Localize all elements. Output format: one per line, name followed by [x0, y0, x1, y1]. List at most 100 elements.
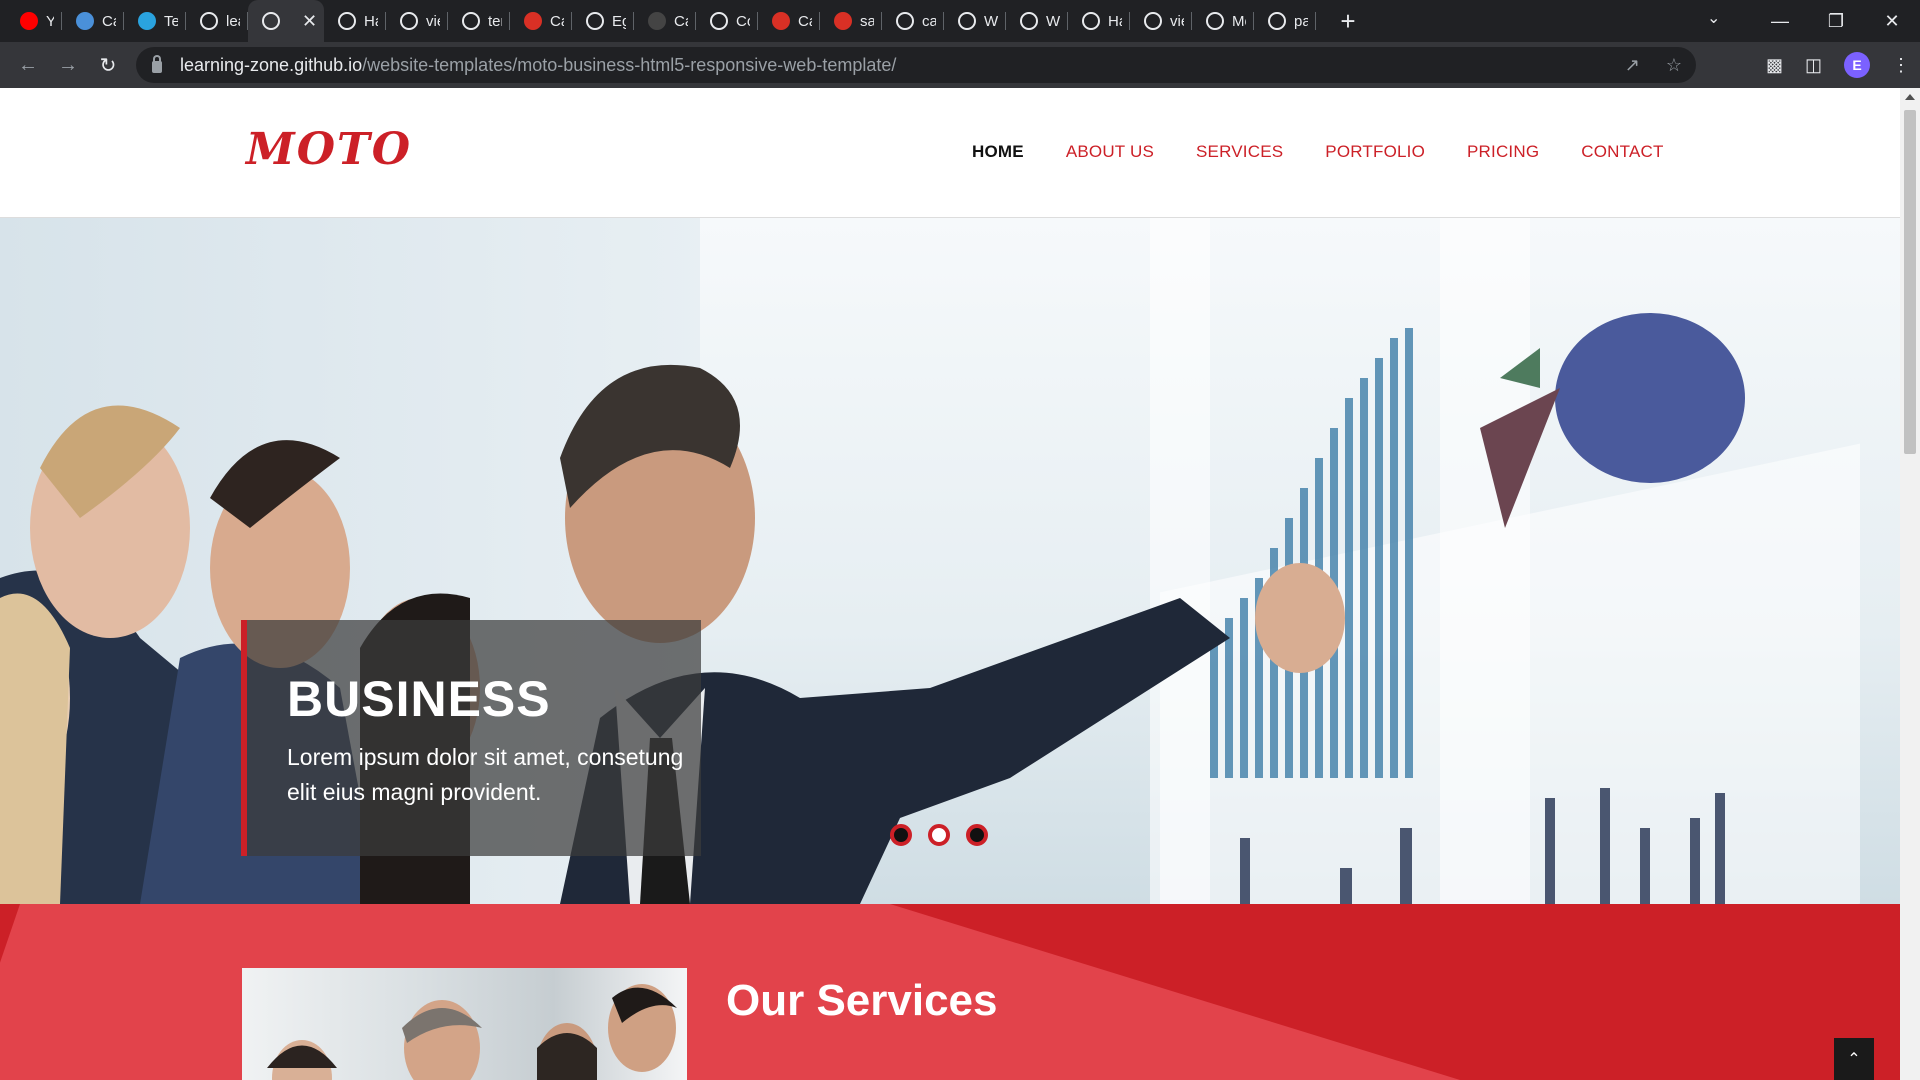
restore-icon[interactable]: ❐	[1808, 11, 1864, 32]
browser-tab[interactable]: sam	[820, 0, 882, 42]
close-tab-icon[interactable]: ✕	[302, 11, 317, 32]
browser-tab-title: Car	[102, 12, 116, 30]
page-viewport: MOTO HOME ABOUT US SERVICES PORTFOLIO PRICIN…	[0, 88, 1900, 1080]
site-header: MOTO HOME ABOUT US SERVICES PORTFOLIO PRICIN…	[0, 88, 1900, 218]
pie-chart-graphic	[1480, 313, 1745, 528]
nav-link-services[interactable]: SERVICES	[1196, 142, 1283, 162]
globe-icon	[1144, 12, 1162, 30]
browser-tab-title: Wel	[984, 12, 998, 30]
services-image	[242, 968, 687, 1080]
new-tab-icon[interactable]: +	[1336, 6, 1360, 37]
address-bar[interactable]: learning-zone.github.io/website-template…	[136, 47, 1696, 83]
tab-search-icon[interactable]: ⌄	[1707, 8, 1720, 28]
hero-caption: BUSINESS Lorem ipsum dolor sit amet, con…	[241, 620, 701, 856]
globe-icon	[338, 12, 356, 30]
browser-tab[interactable]: Wel	[944, 0, 1006, 42]
check-favicon-icon	[1206, 12, 1224, 30]
browser-tab[interactable]: Car	[510, 0, 572, 42]
browser-tab-title: Mer	[1232, 12, 1246, 30]
browser-tab-title: tem	[488, 12, 502, 30]
browser-tab[interactable]: pac	[1254, 0, 1316, 42]
browser-tab-title: viev	[426, 12, 440, 30]
nav-link-contact[interactable]: CONTACT	[1581, 142, 1663, 162]
browser-tab[interactable]: Egy	[572, 0, 634, 42]
minimize-icon[interactable]: —	[1752, 11, 1808, 32]
globe-icon	[1082, 12, 1100, 30]
nav-link-about-us[interactable]: ABOUT US	[1066, 142, 1154, 162]
globe-icon	[400, 12, 418, 30]
back-to-top-button[interactable]: ⌃	[1834, 1038, 1874, 1080]
browser-tab-title: sam	[860, 12, 874, 30]
toolbar-actions: ▩ ◫ E ⋮	[1766, 52, 1910, 78]
browser-tab[interactable]: Wel	[1006, 0, 1068, 42]
nav-link-pricing[interactable]: PRICING	[1467, 142, 1539, 162]
browser-tab[interactable]: cara	[882, 0, 944, 42]
scroll-up-icon[interactable]	[1905, 94, 1915, 100]
browser-tab-title: Hal	[364, 12, 378, 30]
profile-avatar[interactable]: E	[1844, 52, 1870, 78]
browser-tab[interactable]: tem	[448, 0, 510, 42]
github-icon	[200, 12, 218, 30]
browser-tab[interactable]: You	[0, 0, 62, 42]
side-panel-icon[interactable]: ◫	[1805, 55, 1822, 76]
browser-tab[interactable]: ✕	[248, 0, 324, 42]
forward-arrow-icon[interactable]: →	[48, 54, 88, 77]
scroll-thumb[interactable]	[1904, 110, 1916, 454]
tab-strip: You Car Tele lear ✕ Hal viev tem Car Egy Car Cou Car…	[0, 0, 1920, 42]
slider-dot[interactable]	[966, 824, 988, 846]
slider-dot[interactable]	[890, 824, 912, 846]
small-bar-chart-graphic	[1240, 788, 1725, 904]
pin-icon	[834, 12, 852, 30]
close-window-icon[interactable]: ✕	[1864, 11, 1920, 32]
github-icon	[586, 12, 604, 30]
browser-tab[interactable]: Car	[62, 0, 124, 42]
pin-icon	[524, 12, 542, 30]
browser-tab-title: Hal	[1108, 12, 1122, 30]
browser-tab[interactable]: Cou	[696, 0, 758, 42]
chart-favicon-icon	[76, 12, 94, 30]
browser-tab-title: pac	[1294, 12, 1308, 30]
services-title: Our Services	[726, 976, 998, 1025]
lock-icon[interactable]	[152, 55, 162, 73]
back-arrow-icon[interactable]: ←	[8, 54, 48, 77]
url-text[interactable]: learning-zone.github.io/website-template…	[180, 55, 896, 76]
browser-tab-title: Egy	[612, 12, 626, 30]
github-icon	[958, 12, 976, 30]
site-logo[interactable]: MOTO	[246, 124, 412, 175]
browser-tab-title: Car	[550, 12, 564, 30]
browser-tab-title: Wel	[1046, 12, 1060, 30]
hero-title: BUSINESS	[287, 671, 551, 727]
bookmark-star-icon[interactable]: ☆	[1666, 55, 1682, 76]
tn-icon	[710, 12, 728, 30]
menu-kebab-icon[interactable]: ⋮	[1892, 55, 1910, 76]
browser-tab[interactable]: lear	[186, 0, 248, 42]
pin-icon	[772, 12, 790, 30]
slider-dot[interactable]	[928, 824, 950, 846]
browser-tab[interactable]: Mer	[1192, 0, 1254, 42]
browser-tab[interactable]: Hal	[1068, 0, 1130, 42]
services-photo	[267, 984, 677, 1080]
extensions-puzzle-icon[interactable]: ▩	[1766, 55, 1783, 76]
nav-link-home[interactable]: HOME	[972, 142, 1024, 162]
browser-tab[interactable]: Tele	[124, 0, 186, 42]
globe-icon	[262, 12, 280, 30]
window-controls: — ❐ ✕	[1752, 0, 1920, 42]
browser-tab-title: Car	[798, 12, 812, 30]
browser-tab-title: lear	[226, 12, 240, 30]
browser-tab-title: viev	[1170, 12, 1184, 30]
browser-tab[interactable]: viev	[386, 0, 448, 42]
page-scrollbar[interactable]	[1900, 88, 1920, 1080]
nav-link-portfolio[interactable]: PORTFOLIO	[1325, 142, 1425, 162]
browser-tab[interactable]: Car	[634, 0, 696, 42]
slider-dots	[890, 824, 988, 846]
youtube-icon	[20, 12, 38, 30]
browser-tab[interactable]: Car	[758, 0, 820, 42]
github-icon	[1020, 12, 1038, 30]
browser-tab[interactable]: viev	[1130, 0, 1192, 42]
reload-icon[interactable]: ↻	[88, 53, 128, 78]
browser-tab[interactable]: Hal	[324, 0, 386, 42]
browser-tab-title: Car	[674, 12, 688, 30]
hero-text: Lorem ipsum dolor sit amet, consetung el…	[287, 744, 684, 805]
share-icon[interactable]: ↗	[1625, 55, 1640, 76]
browser-toolbar: ← → ↻ learning-zone.github.io/website-te…	[0, 42, 1920, 88]
